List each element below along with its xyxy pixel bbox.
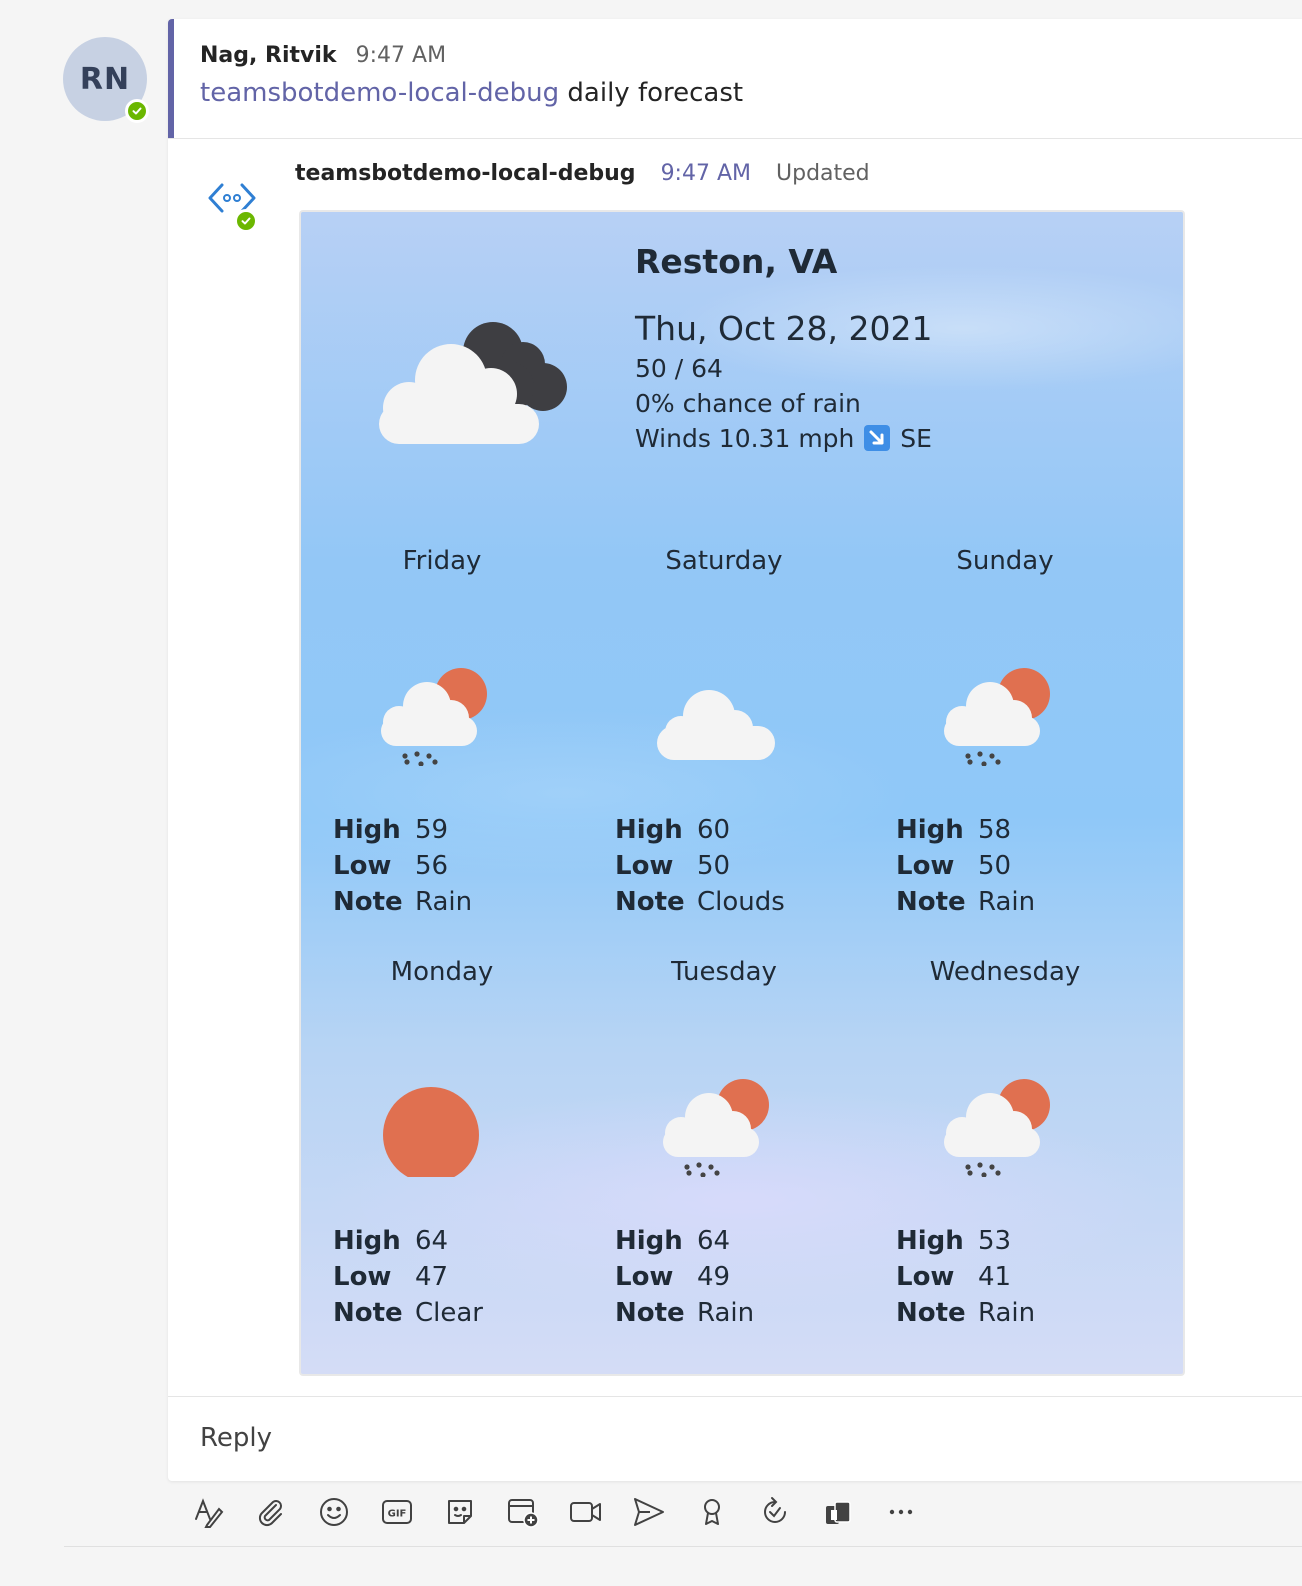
avatar[interactable]: RN <box>63 37 149 123</box>
presence-available-icon <box>125 99 149 123</box>
note-value: Clouds <box>697 887 785 917</box>
partly-cloudy-dark-icon <box>379 322 567 444</box>
day-forecast: Wednesday High 53 Low 41 Note Rain <box>864 957 1146 1357</box>
forecast-date: Thu, Oct 28, 2021 <box>635 309 933 348</box>
thread-accent-bar <box>168 19 174 139</box>
sticker-icon[interactable] <box>442 1494 478 1530</box>
high-label: High <box>615 815 683 845</box>
high-value: 64 <box>697 1226 731 1256</box>
low-value: 47 <box>415 1262 449 1292</box>
note-label: Note <box>615 887 685 917</box>
day-forecast: Saturday High 60 Low 50 Note Clouds <box>583 546 865 946</box>
bot-name[interactable]: teamsbotdemo-local-debug <box>295 161 636 186</box>
day-name: Monday <box>390 957 494 987</box>
divider <box>168 138 1302 139</box>
presence-available-icon <box>234 209 258 233</box>
high-label: High <box>333 815 401 845</box>
note-label: Note <box>896 1298 966 1328</box>
note-value: Rain <box>697 1298 755 1328</box>
message-time: 9:47 AM <box>355 43 447 68</box>
low-label: Low <box>333 851 392 881</box>
low-label: Low <box>615 1262 674 1292</box>
weather-card: Reston, VA Thu, Oct 28, 2021 50 / 64 0% … <box>299 210 1185 1376</box>
day-forecast: Monday High 64 Low 47 Note Clear <box>301 957 583 1357</box>
message-thread: Nag, Ritvik 9:47 AM teamsbotdemo-local-d… <box>168 19 1302 1481</box>
note-value: Clear <box>415 1298 483 1328</box>
note-label: Note <box>333 887 403 917</box>
send-icon[interactable] <box>631 1494 667 1530</box>
app-icon[interactable] <box>820 1494 856 1530</box>
wind-speed: Winds 10.31 mph <box>635 424 855 453</box>
rain-chance: 0% chance of rain <box>635 389 861 418</box>
high-value: 60 <box>697 815 731 845</box>
day-forecast: Tuesday High 64 Low 49 Note Rain <box>583 957 865 1357</box>
day-name: Tuesday <box>671 957 777 987</box>
schedule-meeting-icon[interactable] <box>505 1494 541 1530</box>
temp-range: 50 / 64 <box>635 354 723 383</box>
low-value: 50 <box>697 851 731 881</box>
note-value: Rain <box>978 1298 1036 1328</box>
day-name: Wednesday <box>929 957 1081 987</box>
avatar-initials: RN <box>79 61 131 97</box>
reply-meta: teamsbotdemo-local-debug 9:47 AM Updated <box>295 161 870 186</box>
high-label: High <box>615 1226 683 1256</box>
day-forecast: Friday High 59 Low 56 Note Rain <box>301 546 583 946</box>
compose-toolbar: GIF <box>190 1492 919 1532</box>
high-label: High <box>333 1226 401 1256</box>
high-value: 64 <box>415 1226 449 1256</box>
cloud-icon <box>657 690 775 760</box>
reply-label[interactable]: Reply <box>200 1423 272 1453</box>
low-label: Low <box>896 851 955 881</box>
loop-icon[interactable] <box>757 1494 793 1530</box>
low-value: 41 <box>978 1262 1012 1292</box>
emoji-icon[interactable] <box>316 1494 352 1530</box>
rain-sun-icon <box>944 668 1050 766</box>
rain-sun-icon <box>381 668 487 766</box>
day-forecast: Sunday High 58 Low 50 Note Rain <box>864 546 1146 946</box>
bot-avatar[interactable] <box>204 171 260 233</box>
more-options-icon[interactable] <box>883 1494 919 1530</box>
meet-now-icon[interactable] <box>568 1494 604 1530</box>
sun-icon <box>383 1087 479 1177</box>
updated-label: Updated <box>776 161 870 186</box>
low-value: 49 <box>697 1262 731 1292</box>
high-label: High <box>896 815 964 845</box>
divider <box>64 1546 1302 1547</box>
low-value: 56 <box>415 851 449 881</box>
low-value: 50 <box>978 851 1012 881</box>
rain-sun-icon <box>944 1079 1050 1177</box>
format-icon[interactable] <box>190 1494 226 1530</box>
rain-sun-icon <box>663 1079 769 1177</box>
note-label: Note <box>896 887 966 917</box>
high-label: High <box>896 1226 964 1256</box>
low-label: Low <box>896 1262 955 1292</box>
svg-text:GIF: GIF <box>388 1509 407 1520</box>
day-name: Friday <box>402 546 482 576</box>
sender-name[interactable]: Nag, Ritvik <box>200 43 337 68</box>
note-value: Rain <box>415 887 473 917</box>
note-label: Note <box>333 1298 403 1328</box>
high-value: 53 <box>978 1226 1012 1256</box>
day-name: Sunday <box>956 546 1054 576</box>
gif-icon[interactable]: GIF <box>379 1494 415 1530</box>
low-label: Low <box>615 851 674 881</box>
wind-direction: SE <box>900 424 932 453</box>
current-weather: Reston, VA Thu, Oct 28, 2021 50 / 64 0% … <box>301 212 1183 512</box>
bot-mention[interactable]: teamsbotdemo-local-debug <box>200 78 559 108</box>
reply-time: 9:47 AM <box>660 161 751 186</box>
reply-box[interactable]: Reply <box>168 1396 1302 1481</box>
winds: Winds 10.31 mph SE <box>635 424 932 453</box>
city-name: Reston, VA <box>635 242 838 281</box>
high-value: 58 <box>978 815 1012 845</box>
day-name: Saturday <box>665 546 783 576</box>
message-text: daily forecast <box>567 78 744 108</box>
high-value: 59 <box>415 815 449 845</box>
root-message: Nag, Ritvik 9:47 AM teamsbotdemo-local-d… <box>200 43 743 108</box>
note-value: Rain <box>978 887 1036 917</box>
praise-icon[interactable] <box>694 1494 730 1530</box>
attach-icon[interactable] <box>253 1494 289 1530</box>
arrow-down-right-icon <box>864 425 891 451</box>
low-label: Low <box>333 1262 392 1292</box>
note-label: Note <box>615 1298 685 1328</box>
